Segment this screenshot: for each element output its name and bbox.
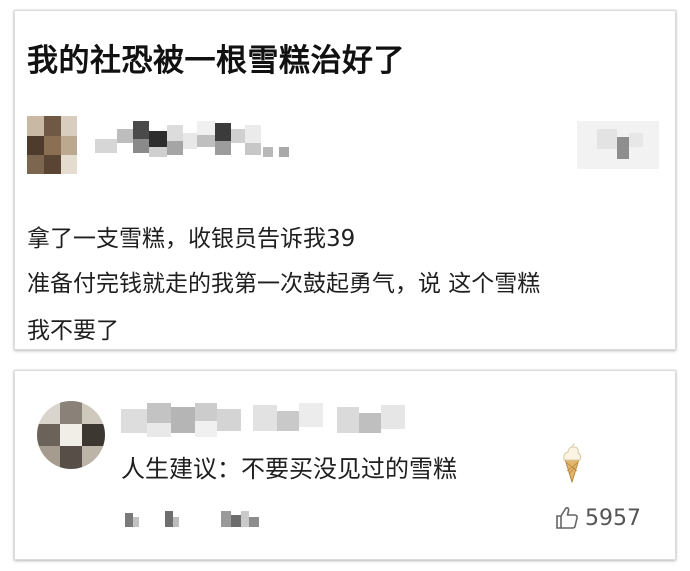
post-body-line-3: 我不要了 [27,318,119,344]
like-button[interactable]: 5957 [554,505,641,531]
post-body-line-2: 准备付完钱就走的我第一次鼓起勇气，说 这个雪糕 [27,271,541,297]
comment-text: 人生建议：不要买没见过的雪糕 [121,455,457,483]
post-meta-blurred [577,121,659,169]
post-title: 我的社恐被一根雪糕治好了 [27,43,405,79]
post-body-line-1: 拿了一支雪糕，收银员告诉我39 [27,226,356,252]
author-name-blurred[interactable] [95,121,305,169]
ice-cream-icon [563,443,582,483]
thumbs-up-icon [556,507,578,529]
post-card[interactable]: 我的社恐被一根雪糕治好了 拿了一支雪糕，收银员告诉我39 准备付完钱就走的我第一… [14,10,676,350]
commenter-name-blurred[interactable] [121,403,421,439]
like-count: 5957 [585,505,641,531]
author-avatar-blurred[interactable] [27,116,77,174]
comment-meta-blurred [125,509,275,529]
commenter-avatar-blurred[interactable] [37,401,105,469]
comment-card[interactable]: 人生建议：不要买没见过的雪糕 5957 [14,370,676,560]
